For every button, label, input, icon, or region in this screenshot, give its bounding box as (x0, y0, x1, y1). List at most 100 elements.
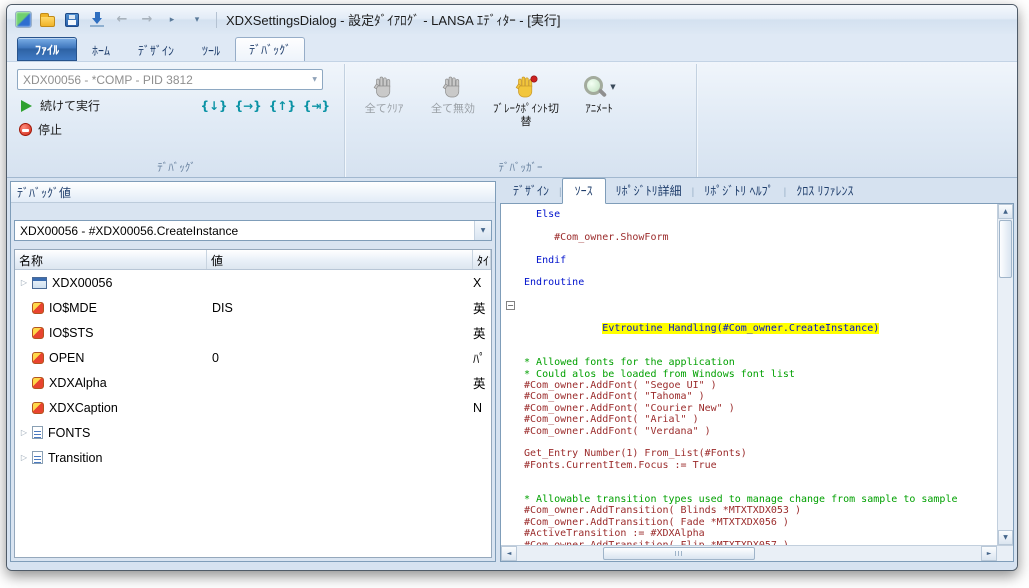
code-line: #ActiveTransition := #XDXAlpha (518, 528, 705, 540)
field-icon (32, 326, 44, 339)
step-run-button[interactable]: {⇥} (303, 99, 330, 113)
variable-row[interactable]: XDXCaption N (15, 395, 491, 420)
scrollbar-corner (997, 546, 1013, 561)
tab-repository-detail[interactable]: ﾘﾎﾟｼﾞﾄﾘ詳細 (606, 179, 692, 203)
variable-row[interactable]: ▷ FONTS (15, 420, 491, 445)
app-window: ← → ▸ ▾ XDXSettingsDialog - 設定ﾀﾞｲｱﾛｸﾞ - … (6, 4, 1018, 571)
undo-button[interactable]: ← (112, 10, 132, 30)
scroll-left-button[interactable]: ◄ (501, 546, 517, 561)
tab-home[interactable]: ﾎｰﾑ (79, 39, 123, 61)
tab-source[interactable]: ｿｰｽ (561, 178, 606, 204)
code-line: Get_Entry Number(1) From_List(#Fonts) (518, 448, 747, 460)
type-cell: 英 (473, 327, 486, 341)
field-icon (32, 351, 44, 364)
name-cell: XDXAlpha (15, 376, 207, 390)
scroll-right-button[interactable]: ► (981, 546, 997, 561)
source-code[interactable]: Else #Com_owner.ShowForm Endif Endroutin… (501, 204, 997, 545)
clear-all-button[interactable]: 全てｸﾘｱ (351, 69, 417, 116)
app-icon[interactable] (15, 11, 32, 28)
window-title: XDXSettingsDialog - 設定ﾀﾞｲｱﾛｸﾞ - LANSA ｴﾃ… (226, 13, 561, 28)
import-icon (90, 12, 104, 27)
stop-button[interactable]: 停止 (38, 121, 62, 138)
scroll-down-button[interactable]: ▼ (998, 530, 1013, 545)
field-icon (32, 301, 44, 314)
tab-file[interactable]: ﾌｧｲﾙ (17, 37, 78, 61)
column-header-type[interactable]: ﾀｲﾌﾟ (473, 250, 491, 269)
continue-button[interactable]: 続けて実行 (40, 97, 100, 114)
grid-header: 名称 値 ﾀｲﾌﾟ (15, 250, 491, 270)
v-scroll-track[interactable] (998, 279, 1013, 530)
open-folder-icon (39, 12, 55, 27)
context-selector[interactable]: XDX00056 - #XDX00056.CreateInstance ▼ (14, 220, 492, 241)
main-area: ﾃﾞﾊﾞｯｸﾞ値 XDX00056 - #XDX00056.CreateInst… (7, 178, 1017, 570)
expander-icon[interactable]: ▷ (18, 453, 30, 462)
import-button[interactable] (87, 10, 107, 30)
step-into-button[interactable]: {↓} (200, 99, 227, 113)
variable-row[interactable]: IO$MDE DIS 英 (15, 295, 491, 320)
tab-tools[interactable]: ﾂｰﾙ (189, 39, 233, 61)
doc-tab-bar: ﾃﾞｻﾞｲﾝ | ｿｰｽ ﾘﾎﾟｼﾞﾄﾘ詳細 | ﾘﾎﾟｼﾞﾄﾘ ﾍﾙﾌﾟ | … (500, 178, 1014, 204)
variable-row[interactable]: OPEN 0 ﾊﾟ (15, 345, 491, 370)
animate-dropdown-arrow[interactable]: ▼ (610, 81, 615, 94)
variable-row[interactable]: ▷ Transition (15, 445, 491, 470)
list-icon (32, 451, 43, 464)
expander-icon[interactable]: ▷ (18, 278, 30, 287)
disable-all-button[interactable]: 全て無効 (420, 69, 486, 116)
variable-name: XDX00056 (52, 275, 113, 290)
column-header-value[interactable]: 値 (207, 250, 473, 269)
titlebar: ← → ▸ ▾ XDXSettingsDialog - 設定ﾀﾞｲｱﾛｸﾞ - … (7, 5, 1017, 34)
redo-button[interactable]: → (137, 10, 157, 30)
variable-name: OPEN (49, 350, 85, 365)
variable-row[interactable]: ▷ XDX00056 X (15, 270, 491, 295)
h-scroll-track[interactable] (517, 546, 981, 561)
tab-design-view[interactable]: ﾃﾞｻﾞｲﾝ (503, 179, 559, 203)
debug-values-pane: ﾃﾞﾊﾞｯｸﾞ値 XDX00056 - #XDX00056.CreateInst… (10, 181, 496, 562)
dropdown-arrow-icon[interactable]: ▼ (312, 76, 317, 83)
fold-toggle-icon[interactable]: − (506, 301, 515, 311)
process-selector[interactable]: XDX00056 - *COMP - PID 3812 ▼ (17, 69, 323, 90)
save-icon (65, 12, 79, 27)
ribbon: XDX00056 - *COMP - PID 3812 ▼ 続けて実行 {↓} … (7, 61, 1017, 178)
open-button[interactable] (37, 10, 57, 30)
process-selector-value: XDX00056 - *COMP - PID 3812 (23, 72, 193, 87)
qat-more-button[interactable]: ▸ (162, 10, 182, 30)
toggle-breakpoint-button[interactable]: ﾌﾞﾚｰｸﾎﾟｲﾝﾄ切替 (489, 69, 563, 129)
source-editor[interactable]: Else #Com_owner.ShowForm Endif Endroutin… (500, 203, 1014, 562)
code-line: #Com_owner.AddFont( "Courier New" ) (518, 402, 735, 414)
code-line-current-event: − Evtroutine Handling(#Com_owner.CreateI… (505, 300, 997, 346)
continue-icon (19, 99, 34, 113)
tab-design[interactable]: ﾃﾞｻﾞｲﾝ (125, 39, 187, 61)
tab-debug[interactable]: ﾃﾞﾊﾞｯｸﾞ (235, 37, 306, 61)
h-scroll-thumb[interactable] (603, 547, 755, 560)
expander-icon[interactable]: ▷ (18, 428, 30, 437)
value-cell: DIS (212, 300, 233, 315)
hand-icon (373, 76, 391, 98)
combo-arrow-icon[interactable]: ▼ (474, 221, 491, 240)
variable-row[interactable]: IO$STS 英 (15, 320, 491, 345)
save-button[interactable] (62, 10, 82, 30)
code-line: Endroutine (518, 277, 585, 289)
step-buttons: {↓} {→} {↑} {⇥} (200, 99, 338, 113)
ribbon-group-debug: XDX00056 - *COMP - PID 3812 ▼ 続けて実行 {↓} … (9, 64, 345, 177)
breakpoint-hand-icon (515, 75, 538, 98)
variable-row[interactable]: XDXAlpha 英 (15, 370, 491, 395)
column-header-name[interactable]: 名称 (15, 250, 207, 269)
variable-name: IO$STS (49, 325, 94, 340)
animate-button[interactable]: ▼ ｱﾆﾒｰﾄ (566, 69, 632, 116)
step-over-button[interactable]: {→} (235, 99, 262, 113)
context-selector-value: XDX00056 - #XDX00056.CreateInstance (20, 223, 239, 238)
v-scrollbar[interactable]: ▲ ▼ (997, 204, 1013, 545)
scroll-up-button[interactable]: ▲ (998, 204, 1013, 219)
tab-repository-help[interactable]: ﾘﾎﾟｼﾞﾄﾘ ﾍﾙﾌﾟ (694, 179, 783, 203)
values-grid: 名称 値 ﾀｲﾌﾟ ▷ XDX00056 X (14, 249, 492, 558)
name-cell: IO$STS (15, 326, 207, 340)
v-scroll-thumb[interactable] (999, 220, 1012, 278)
step-out-button[interactable]: {↑} (269, 99, 296, 113)
h-scrollbar[interactable]: ◄ ► (501, 545, 1013, 561)
tab-cross-reference[interactable]: ｸﾛｽ ﾘﾌｧﾚﾝｽ (786, 179, 863, 203)
code-line: #Com_owner.AddFont( "Segoe UI" ) (518, 380, 717, 392)
clear-all-label: 全てｸﾘｱ (364, 103, 404, 115)
qat-customize-button[interactable]: ▾ (187, 10, 207, 30)
